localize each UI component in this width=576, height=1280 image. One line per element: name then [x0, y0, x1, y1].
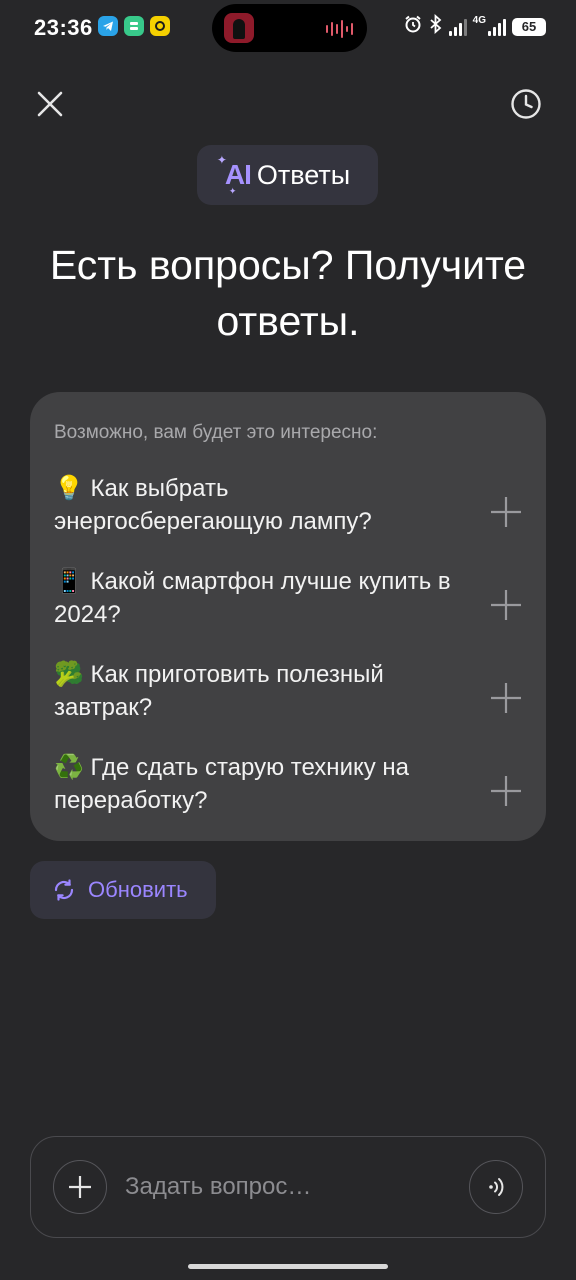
close-button[interactable]: [30, 84, 70, 124]
suggestion-item[interactable]: 📱 Какой смартфон лучше купить в 2024?: [54, 565, 524, 645]
battery-indicator: 65: [512, 17, 546, 36]
refresh-label: Обновить: [88, 877, 188, 902]
plus-icon: [69, 1176, 91, 1198]
add-suggestion-button[interactable]: [488, 587, 524, 623]
suggestion-item[interactable]: 💡 Как выбрать энергосберегающую лампу?: [54, 472, 524, 552]
dynamic-island[interactable]: [212, 4, 367, 52]
plus-icon: [491, 590, 521, 620]
telegram-icon: [98, 16, 118, 36]
plus-icon: [491, 776, 521, 806]
ai-sparkle-icon: ✦ AI ✦: [216, 153, 252, 196]
close-icon: [37, 91, 63, 117]
app-stack-icon: [124, 16, 144, 36]
clock-icon: [511, 89, 541, 119]
signal-strength-2-icon: [488, 18, 506, 36]
system-indicators: 4G 65: [403, 13, 546, 39]
suggestion-text: 📱 Какой смартфон лучше купить в 2024?: [54, 568, 451, 628]
attach-button[interactable]: [53, 1160, 107, 1214]
alarm-icon: [403, 14, 423, 39]
suggestion-text: 💡 Как выбрать энергосберегающую лампу?: [54, 475, 372, 535]
notification-icons: [98, 16, 170, 36]
suggestion-item[interactable]: ♻️ Где сдать старую технику на переработ…: [54, 751, 524, 831]
network-type: 4G: [472, 15, 486, 26]
refresh-icon: [54, 879, 74, 901]
badge-label: Ответы: [256, 159, 351, 190]
plus-icon: [491, 497, 521, 527]
status-bar: 23:36 4G 65: [0, 0, 576, 58]
circle-app-icon: [150, 16, 170, 36]
bluetooth-icon: [429, 13, 443, 39]
add-suggestion-button[interactable]: [488, 494, 524, 530]
status-time: 23:36: [34, 15, 93, 40]
add-suggestion-button[interactable]: [488, 773, 524, 809]
question-composer: [30, 1136, 546, 1238]
suggestions-card: Возможно, вам будет это интересно: 💡 Как…: [30, 392, 546, 841]
suggestion-text: ♻️ Где сдать старую технику на переработ…: [54, 754, 410, 814]
voice-input-button[interactable]: [469, 1160, 523, 1214]
home-indicator[interactable]: [188, 1264, 388, 1269]
question-input[interactable]: [125, 1167, 445, 1207]
ai-answers-badge: ✦ AI ✦ Ответы: [197, 145, 378, 205]
plus-icon: [491, 683, 521, 713]
audio-waveform-icon: [326, 20, 353, 38]
page-title: Есть вопросы? Получите ответы.: [49, 242, 527, 344]
history-button[interactable]: [506, 84, 546, 124]
add-suggestion-button[interactable]: [488, 680, 524, 716]
refresh-button[interactable]: Обновить: [30, 861, 216, 919]
now-playing-artwork: [224, 13, 254, 43]
suggestions-caption: Возможно, вам будет это интересно:: [54, 422, 378, 443]
suggestion-item[interactable]: 🥦 Как приготовить полезный завтрак?: [54, 658, 524, 738]
signal-strength-icon: [448, 18, 467, 36]
sound-wave-icon: [489, 1178, 504, 1196]
suggestion-text: 🥦 Как приготовить полезный завтрак?: [54, 661, 384, 721]
